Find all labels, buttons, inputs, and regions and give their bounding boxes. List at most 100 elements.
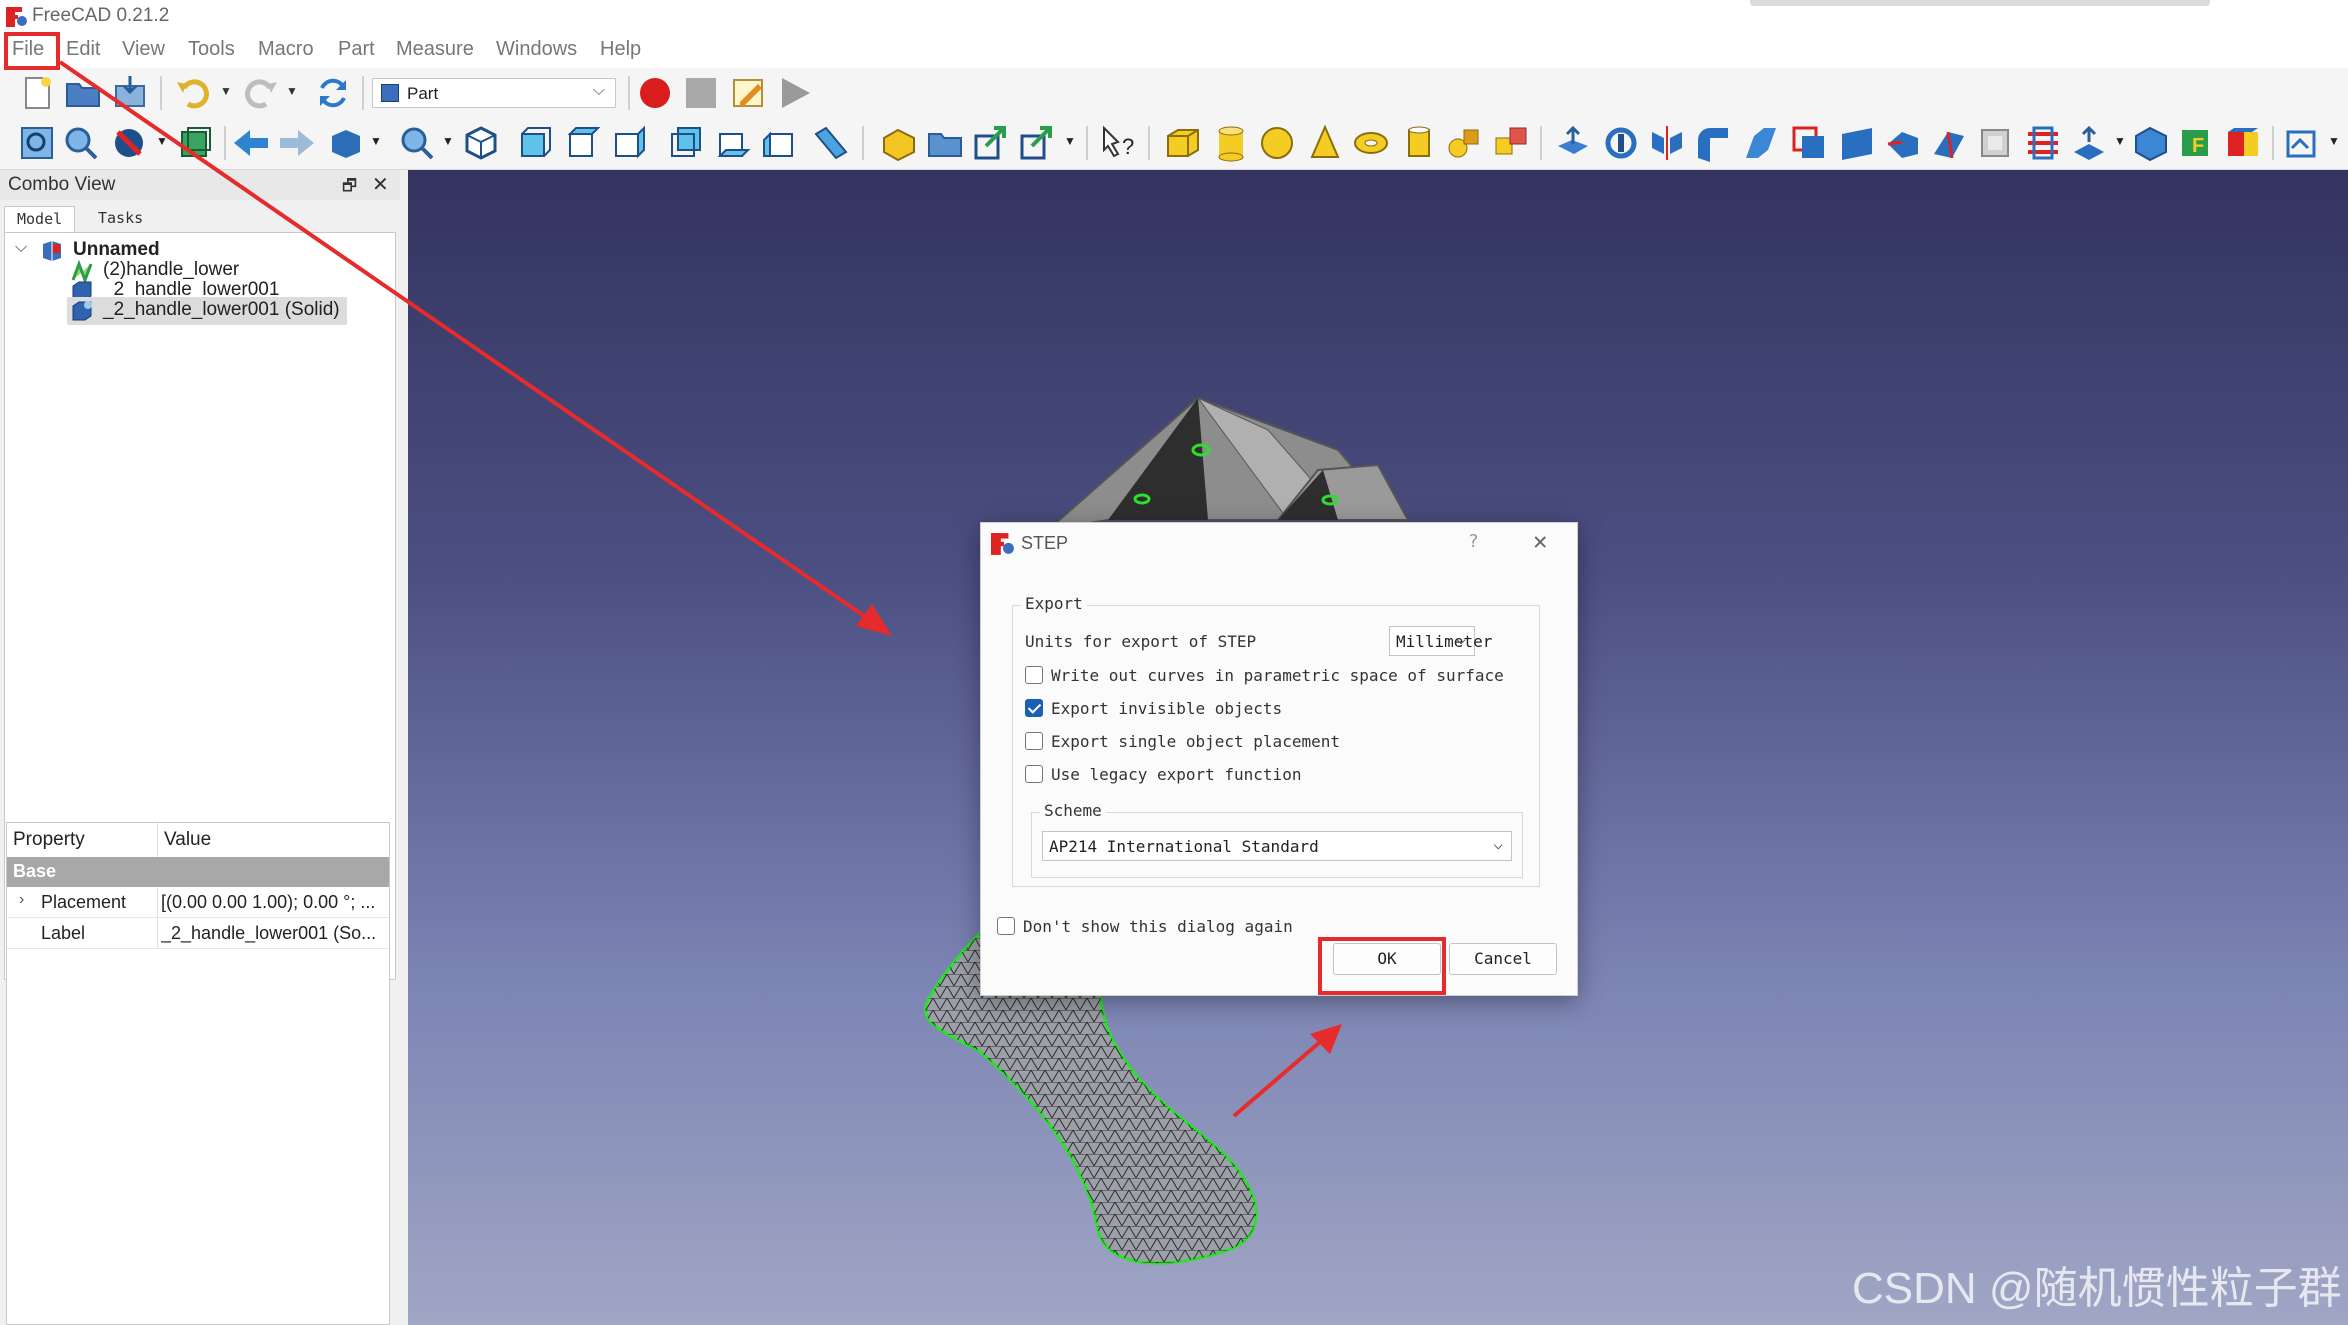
shape-builder-icon[interactable] <box>1492 124 1530 162</box>
checkbox-legacy-export[interactable] <box>1025 765 1043 783</box>
make-face-icon[interactable] <box>1790 124 1828 162</box>
menu-view[interactable]: View <box>122 38 165 61</box>
fit-all-icon[interactable] <box>18 124 56 162</box>
property-value[interactable]: [(0.00 0.00 1.00); 0.00 °; ... <box>161 892 387 913</box>
mirror-icon[interactable] <box>1648 124 1686 162</box>
group-icon[interactable] <box>926 124 964 162</box>
redo-dropdown-icon[interactable]: ▼ <box>286 84 298 98</box>
primitives-icon[interactable] <box>1446 124 1484 162</box>
menu-edit[interactable]: Edit <box>66 38 100 61</box>
link-dropdown-icon[interactable]: ▼ <box>1064 134 1076 148</box>
offset-icon[interactable] <box>2070 124 2108 162</box>
menu-tools[interactable]: Tools <box>188 38 235 61</box>
std-views-icon[interactable] <box>326 124 364 162</box>
fit-selection-icon[interactable] <box>62 124 100 162</box>
tab-tasks[interactable]: Tasks <box>86 206 155 232</box>
check-geometry-icon[interactable] <box>2224 124 2262 162</box>
workbench-selector[interactable]: Part ⌵ <box>372 78 616 108</box>
tree-item-solid[interactable]: _2_handle_lower001 (Solid) <box>67 297 347 325</box>
zoom-icon[interactable] <box>398 124 436 162</box>
ruled-surface-icon[interactable] <box>1838 124 1876 162</box>
isometric-view-icon[interactable] <box>462 124 500 162</box>
checkbox-parametric-curves[interactable] <box>1025 666 1043 684</box>
cone-icon[interactable] <box>1306 124 1344 162</box>
cancel-button[interactable]: Cancel <box>1449 943 1557 975</box>
whats-this-icon[interactable]: ? <box>1100 124 1138 162</box>
cross-sections-icon[interactable] <box>2024 124 2062 162</box>
checkbox-dont-show-again[interactable] <box>997 917 1015 935</box>
open-document-icon[interactable] <box>64 74 102 112</box>
sphere-icon[interactable] <box>1258 124 1296 162</box>
undo-icon[interactable] <box>174 74 212 112</box>
torus-icon[interactable] <box>1352 124 1390 162</box>
tube-icon[interactable] <box>1400 124 1438 162</box>
chevron-down-icon: ⌵ <box>1493 834 1503 853</box>
fillet-icon[interactable] <box>1694 124 1732 162</box>
collapse-icon[interactable]: ⌵ <box>15 239 27 257</box>
draw-style-icon[interactable] <box>110 124 148 162</box>
units-select[interactable]: Millimeter ⌵ <box>1389 626 1492 656</box>
toolbar-separator <box>160 76 162 110</box>
refresh-icon[interactable] <box>314 74 352 112</box>
macro-edit-icon[interactable] <box>730 74 768 112</box>
new-document-icon[interactable] <box>18 74 56 112</box>
bounding-box-icon[interactable] <box>176 124 214 162</box>
checkbox-single-placement[interactable] <box>1025 732 1043 750</box>
scheme-group: Scheme AP214 International Standard ⌵ <box>1031 801 1523 878</box>
create-part-icon[interactable] <box>880 124 918 162</box>
cylinder-icon[interactable] <box>1212 124 1250 162</box>
undo-dropdown-icon[interactable]: ▼ <box>220 84 232 98</box>
color-per-face-icon[interactable]: ▼ <box>2328 134 2340 148</box>
menu-part[interactable]: Part <box>338 38 375 61</box>
save-document-icon[interactable] <box>112 74 150 112</box>
right-view-icon[interactable] <box>610 124 648 162</box>
defeaturing-icon[interactable] <box>2284 124 2322 162</box>
export-group-title: Export <box>1021 594 1087 613</box>
measure-distance-icon[interactable] <box>812 124 850 162</box>
menu-help[interactable]: Help <box>600 38 641 61</box>
loft-icon[interactable] <box>1884 124 1922 162</box>
projection-icon[interactable]: F <box>2178 124 2216 162</box>
menu-windows[interactable]: Windows <box>496 38 577 61</box>
draw-style-dropdown-icon[interactable]: ▼ <box>156 134 168 148</box>
left-view-icon[interactable] <box>760 124 798 162</box>
back-icon[interactable] <box>232 124 270 162</box>
expand-icon[interactable]: › <box>19 891 24 909</box>
rear-view-icon[interactable] <box>668 124 706 162</box>
bottom-view-icon[interactable] <box>714 124 752 162</box>
forward-icon[interactable] <box>278 124 316 162</box>
link-icon[interactable] <box>972 124 1010 162</box>
menu-measure[interactable]: Measure <box>396 38 474 61</box>
extrude-icon[interactable] <box>1554 124 1592 162</box>
top-view-icon[interactable] <box>564 124 602 162</box>
box-icon[interactable] <box>1164 124 1202 162</box>
checkbox-export-invisible[interactable] <box>1025 699 1043 717</box>
offset-dropdown-icon[interactable]: ▼ <box>2114 134 2126 148</box>
link-actions-icon[interactable] <box>1018 124 1056 162</box>
macro-stop-icon[interactable] <box>682 74 720 112</box>
std-views-dropdown-icon[interactable]: ▼ <box>370 134 382 148</box>
units-label: Units for export of STEP <box>1025 632 1257 651</box>
property-value[interactable]: _2_handle_lower001 (So... <box>161 923 387 944</box>
front-view-icon[interactable] <box>516 124 554 162</box>
scheme-select[interactable]: AP214 International Standard ⌵ <box>1042 831 1512 861</box>
macro-record-icon[interactable] <box>636 74 674 112</box>
zoom-dropdown-icon[interactable]: ▼ <box>442 134 454 148</box>
property-row-label[interactable]: Label _2_handle_lower001 (So... <box>7 918 389 949</box>
float-panel-icon[interactable]: 🗗 <box>342 175 357 202</box>
close-icon[interactable]: ✕ <box>1533 527 1547 555</box>
chamfer-icon[interactable] <box>1742 124 1780 162</box>
thickness-icon[interactable] <box>2132 124 2170 162</box>
sweep-icon[interactable] <box>1930 124 1968 162</box>
toolbar-separator <box>362 76 364 110</box>
revolve-icon[interactable] <box>1602 124 1640 162</box>
menu-macro[interactable]: Macro <box>258 38 314 61</box>
section-icon[interactable] <box>1976 124 2014 162</box>
redo-icon[interactable] <box>242 74 280 112</box>
property-row-placement[interactable]: › Placement [(0.00 0.00 1.00); 0.00 °; .… <box>7 887 389 918</box>
tab-model[interactable]: Model <box>4 206 76 232</box>
help-button[interactable]: ? <box>1468 531 1479 552</box>
close-panel-icon[interactable]: ✕ <box>372 172 389 197</box>
macro-run-icon[interactable] <box>776 74 814 112</box>
window-top-strip <box>1750 0 2210 6</box>
